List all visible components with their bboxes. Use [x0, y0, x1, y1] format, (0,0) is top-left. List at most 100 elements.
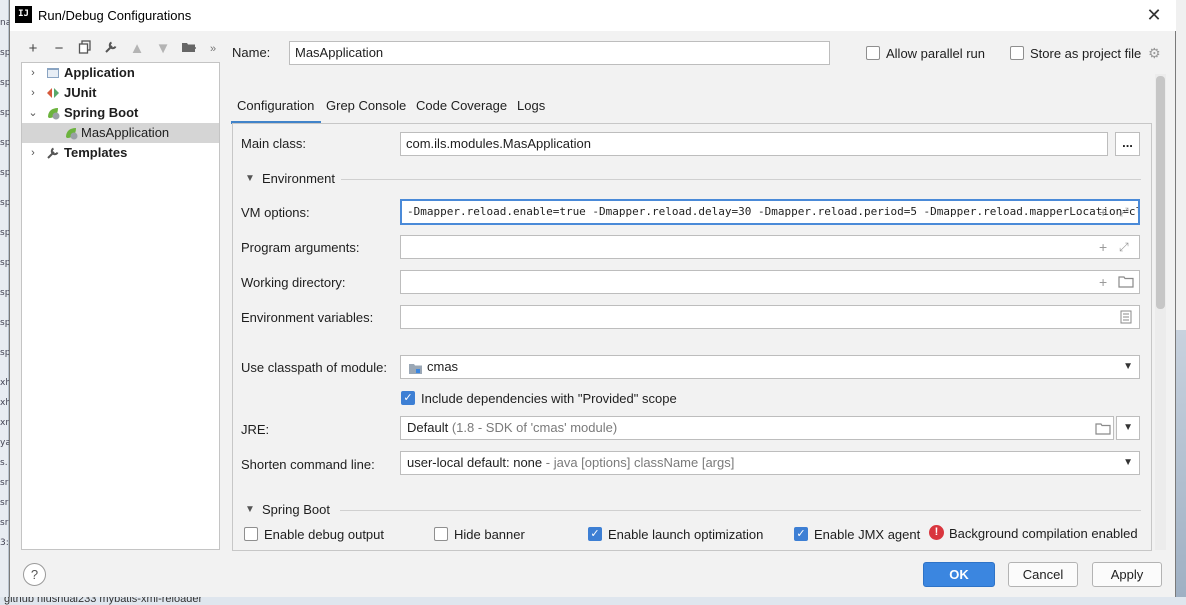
env-vars-label: Environment variables:: [241, 310, 374, 325]
working-dir-label: Working directory:: [241, 275, 346, 290]
spring-boot-icon: [64, 126, 78, 140]
jmx-agent-label: Enable JMX agent: [814, 527, 921, 542]
more-icon[interactable]: »: [204, 40, 222, 58]
expand-plus-icon[interactable]: +: [1099, 205, 1107, 219]
folder-move-icon[interactable]: [180, 40, 198, 58]
program-args-input[interactable]: [400, 235, 1140, 259]
debug-output-checkbox[interactable]: [244, 527, 258, 541]
store-project-checkbox[interactable]: [1010, 46, 1024, 60]
close-icon[interactable]: ✕: [1142, 4, 1166, 26]
tree-item-application[interactable]: › Application: [22, 63, 219, 83]
tab-code-coverage[interactable]: Code Coverage: [416, 98, 507, 113]
vm-options-label: VM options:: [241, 205, 310, 220]
expand-icon[interactable]: ⤢: [1119, 240, 1129, 254]
launch-optimization-checkbox[interactable]: ✓: [588, 527, 602, 541]
expand-plus-icon[interactable]: +: [1099, 240, 1107, 254]
tree-item-label: Application: [64, 65, 135, 80]
include-deps-label: Include dependencies with "Provided" sco…: [421, 391, 677, 406]
hide-banner-checkbox[interactable]: [434, 527, 448, 541]
browse-button[interactable]: ...: [1115, 132, 1140, 156]
junit-icon: [46, 86, 60, 100]
module-folder-icon: [408, 360, 423, 378]
jmx-agent-checkbox[interactable]: ✓: [794, 527, 808, 541]
desktop-background-bottom: github niushuai233 mybatis-xml-reloader: [0, 597, 1186, 605]
include-deps-checkbox[interactable]: ✓: [401, 391, 415, 405]
hide-banner-label: Hide banner: [454, 527, 525, 542]
classpath-select[interactable]: cmas ▼: [400, 355, 1140, 379]
wrench-icon[interactable]: [102, 40, 120, 58]
help-button[interactable]: ?: [23, 563, 46, 586]
tree-item-label: MasApplication: [81, 125, 170, 140]
classpath-label: Use classpath of module:: [241, 360, 387, 375]
gear-icon[interactable]: ⚙: [1148, 45, 1161, 62]
shorten-hint: - java [options] className [args]: [545, 455, 735, 470]
shorten-label: Shorten command line:: [241, 457, 375, 472]
jre-value: Default: [407, 420, 449, 435]
desktop-caption: github niushuai233 mybatis-xml-reloader: [4, 597, 203, 605]
section-divider: [341, 179, 1141, 180]
vm-options-input[interactable]: -Dmapper.reload.enable=true -Dmapper.rel…: [400, 199, 1140, 225]
minus-icon[interactable]: −: [50, 40, 68, 58]
tab-grep-console[interactable]: Grep Console: [326, 98, 406, 113]
jre-select[interactable]: Default (1.8 - SDK of 'cmas' module): [400, 416, 1114, 440]
main-class-label: Main class:: [241, 136, 307, 151]
tab-configuration[interactable]: Configuration: [237, 98, 314, 113]
configuration-tree: › Application › JUnit ⌄ Spring Boot MasA…: [21, 62, 220, 550]
plus-icon[interactable]: +: [24, 40, 42, 58]
cancel-button[interactable]: Cancel: [1008, 562, 1078, 587]
ok-button[interactable]: OK: [923, 562, 995, 587]
store-project-label: Store as project file: [1030, 46, 1142, 61]
chevron-right-icon[interactable]: ›: [27, 83, 39, 103]
shorten-select[interactable]: user-local default: none - java [options…: [400, 451, 1140, 475]
allow-parallel-checkbox[interactable]: [866, 46, 880, 60]
debug-output-label: Enable debug output: [264, 527, 384, 542]
wrench-icon: [46, 146, 60, 160]
apply-button[interactable]: Apply: [1092, 562, 1162, 587]
name-label: Name:: [232, 45, 271, 60]
arrow-up-icon[interactable]: ▲: [128, 40, 146, 58]
spring-boot-icon: [46, 106, 60, 120]
desktop-background-right: [1176, 330, 1186, 597]
working-dir-input[interactable]: [400, 270, 1140, 294]
tab-logs[interactable]: Logs: [517, 98, 545, 113]
folder-icon[interactable]: [1095, 422, 1111, 437]
jre-dropdown-button[interactable]: ▼: [1116, 416, 1140, 440]
tree-item-label: JUnit: [64, 85, 97, 100]
tree-item-label: Spring Boot: [64, 105, 139, 120]
application-icon: [46, 66, 60, 80]
collapse-icon[interactable]: ▼: [245, 173, 255, 184]
configuration-panel: [232, 123, 1152, 551]
copy-icon[interactable]: [76, 40, 94, 58]
tree-item-templates[interactable]: › Templates: [22, 143, 219, 163]
expand-plus-icon[interactable]: +: [1099, 275, 1107, 289]
tree-item-junit[interactable]: › JUnit: [22, 83, 219, 103]
classpath-value: cmas: [427, 359, 459, 374]
folder-icon[interactable]: [1118, 275, 1134, 290]
jre-label: JRE:: [241, 422, 270, 437]
environment-section-title: Environment: [262, 171, 335, 186]
chevron-down-icon: ▼: [1123, 422, 1133, 433]
chevron-right-icon[interactable]: ›: [27, 143, 39, 163]
scrollbar-thumb[interactable]: [1156, 76, 1165, 309]
chevron-down-icon: ▼: [1123, 361, 1133, 372]
collapse-icon[interactable]: ▼: [245, 504, 255, 515]
background-compilation-label: Background compilation enabled: [949, 526, 1138, 541]
spring-boot-section-title: Spring Boot: [262, 502, 330, 517]
jre-hint: (1.8 - SDK of 'cmas' module): [451, 420, 618, 435]
env-vars-input[interactable]: [400, 305, 1140, 329]
chevron-right-icon[interactable]: ›: [27, 63, 39, 83]
document-icon[interactable]: [1120, 310, 1132, 326]
chevron-down-icon: ▼: [1123, 457, 1133, 468]
intellij-app-icon: IJ: [15, 6, 32, 23]
arrow-down-icon[interactable]: ▼: [154, 40, 172, 58]
expand-icon[interactable]: ⤢: [1119, 205, 1129, 219]
chevron-down-icon[interactable]: ⌄: [27, 103, 39, 123]
tree-item-masapplication[interactable]: MasApplication: [22, 123, 219, 143]
desktop-background-left: na sp sp sp sp sp sp sp sp sp sp sp xh xh xr ya s. s…: [0, 0, 11, 605]
tree-item-spring-boot[interactable]: ⌄ Spring Boot: [22, 103, 219, 123]
allow-parallel-label: Allow parallel run: [886, 46, 985, 61]
name-input[interactable]: MasApplication: [289, 41, 830, 65]
tree-item-label: Templates: [64, 145, 128, 160]
window-title: Run/Debug Configurations: [38, 8, 192, 23]
main-class-input[interactable]: com.ils.modules.MasApplication: [400, 132, 1108, 156]
